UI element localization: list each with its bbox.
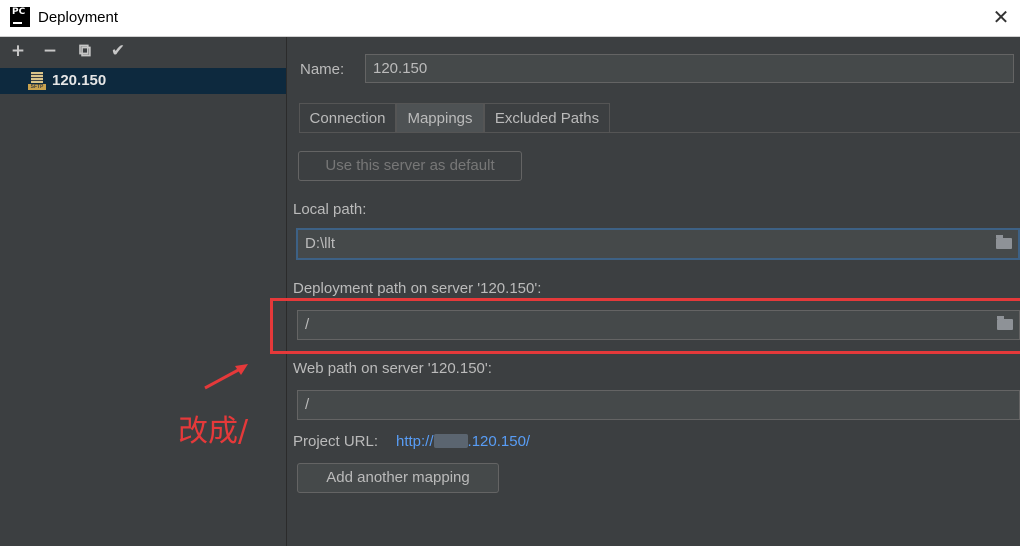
server-label: 120.150 bbox=[52, 72, 107, 89]
web-path-field[interactable]: / bbox=[297, 390, 1020, 420]
pycharm-icon: PC bbox=[10, 7, 30, 27]
server-settings-panel: Name: 120.150 Connection Mappings Exclud… bbox=[287, 37, 1020, 546]
server-list-panel: + − ⧉ ✔ SFTP 120.150 bbox=[0, 37, 287, 546]
tab-mappings[interactable]: Mappings bbox=[396, 103, 484, 133]
window-title: Deployment bbox=[38, 9, 119, 26]
deployment-path-label: Deployment path on server '120.150': bbox=[293, 280, 542, 297]
add-another-mapping-button[interactable]: Add another mapping bbox=[297, 463, 499, 493]
server-toolbar: + − ⧉ ✔ bbox=[0, 37, 286, 67]
folder-icon[interactable] bbox=[996, 235, 1012, 249]
copy-icon[interactable]: ⧉ bbox=[75, 41, 95, 61]
annotation-arrow-icon bbox=[204, 364, 248, 390]
web-path-label: Web path on server '120.150': bbox=[293, 360, 492, 377]
name-label: Name: bbox=[300, 61, 345, 78]
tab-divider bbox=[299, 132, 1020, 133]
server-list-item[interactable]: SFTP 120.150 bbox=[0, 68, 286, 94]
tab-connection[interactable]: Connection bbox=[299, 103, 396, 133]
project-url-label: Project URL: bbox=[293, 433, 379, 450]
sftp-server-icon: SFTP bbox=[28, 72, 46, 90]
project-url-link[interactable]: http://.120.150/ bbox=[396, 433, 530, 450]
close-icon[interactable]: ✕ bbox=[988, 4, 1014, 30]
annotation-highlight-box bbox=[270, 298, 1020, 354]
local-path-value: D:\llt bbox=[305, 235, 335, 252]
name-field[interactable]: 120.150 bbox=[365, 54, 1014, 83]
title-bar: PC Deployment ✕ bbox=[0, 0, 1020, 37]
redacted-ip bbox=[433, 434, 468, 448]
tab-excluded-paths[interactable]: Excluded Paths bbox=[484, 103, 610, 133]
annotation-text: 改成/ bbox=[178, 414, 249, 449]
local-path-field[interactable]: D:\llt bbox=[296, 228, 1020, 260]
use-as-default-button[interactable]: Use this server as default bbox=[298, 151, 522, 181]
remove-icon[interactable]: − bbox=[40, 41, 60, 61]
local-path-label: Local path: bbox=[293, 201, 367, 218]
check-icon[interactable]: ✔ bbox=[108, 41, 128, 61]
add-icon[interactable]: + bbox=[8, 41, 28, 61]
